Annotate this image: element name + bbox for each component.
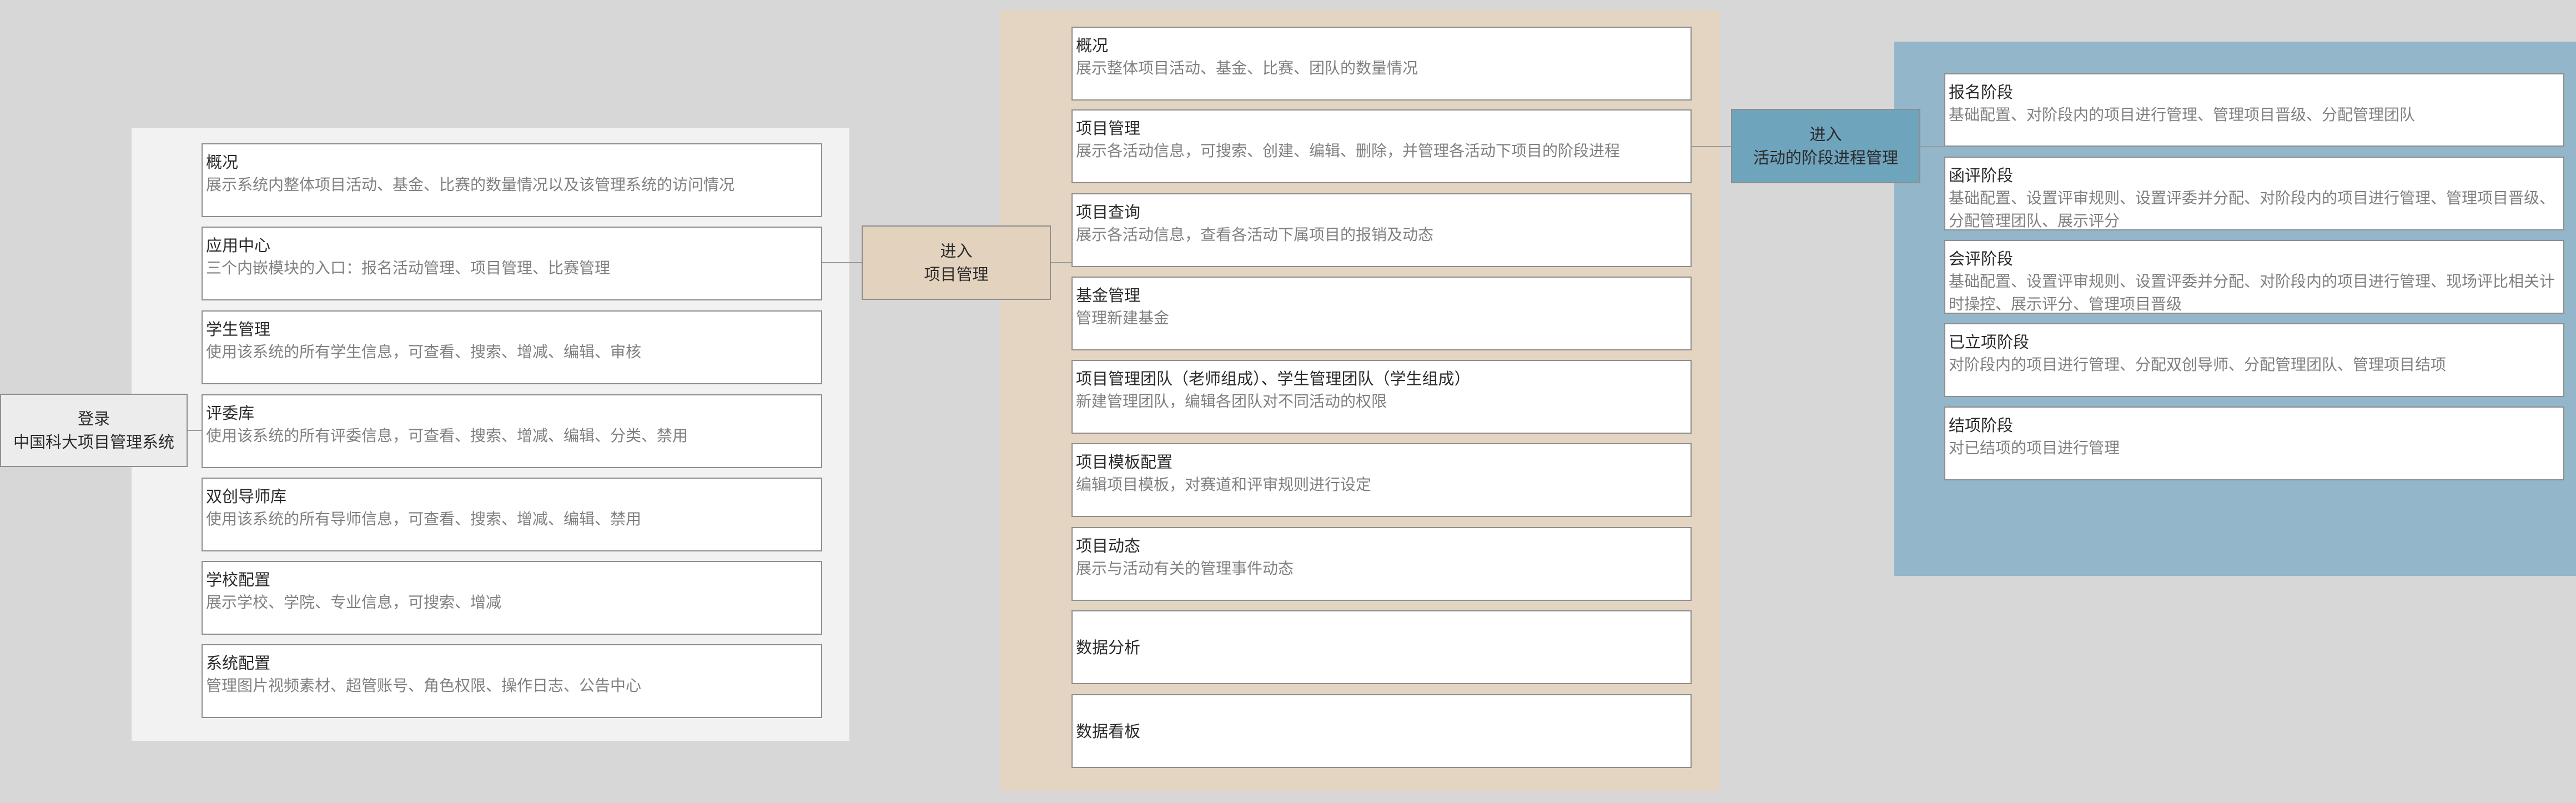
node-title: 会评阶段 [1949,249,2014,268]
project-module-activity-feed: 项目动态 展示与活动有关的管理事件动态 [1071,527,1692,601]
connector-enter-stage [1920,146,1944,147]
node-title: 数据分析 [1076,638,1141,657]
node-desc: 展示与活动有关的管理事件动态 [1076,559,1294,578]
connector-login [188,430,202,431]
project-module-template-config: 项目模板配置 编辑项目模板，对赛道和评审规则进行设定 [1071,443,1692,517]
enter-pm-line2: 项目管理 [924,265,989,284]
node-desc: 展示学校、学院、专业信息，可搜索、增减 [206,593,502,611]
connector-enter-pm [1051,262,1071,263]
node-desc: 基础配置、设置评审规则、设置评委并分配、对阶段内的项目进行管理、现场评比相关计时… [1949,272,2555,313]
login-line1: 登录 [77,409,110,428]
system-module-system-config: 系统配置 管理图片视频素材、超管账号、角色权限、操作日志、公告中心 [202,644,822,718]
node-desc: 展示系统内整体项目活动、基金、比赛的数量情况以及该管理系统的访问情况 [206,175,735,194]
node-desc: 三个内嵌模块的入口：报名活动管理、项目管理、比赛管理 [206,259,611,277]
enter-stage-management-node: 进入 活动的阶段进程管理 [1731,109,1920,183]
node-title: 项目管理 [1076,119,1141,138]
system-module-mentors: 双创导师库 使用该系统的所有导师信息，可查看、搜索、增减、编辑、禁用 [202,478,822,551]
node-title: 已立项阶段 [1949,333,2030,352]
node-desc: 使用该系统的所有评委信息，可查看、搜索、增减、编辑、分类、禁用 [206,426,688,445]
project-module-overview: 概况 展示整体项目活动、基金、比赛、团队的数量情况 [1071,27,1692,101]
node-title: 项目管理团队（老师组成）、学生管理团队（学生组成） [1076,369,1471,388]
stage-closing: 结项阶段 对已结项的项目进行管理 [1944,406,2564,480]
node-desc: 对阶段内的项目进行管理、分配双创导师、分配管理团队、管理项目结项 [1949,355,2447,374]
node-desc: 基础配置、对阶段内的项目进行管理、管理项目晋级、分配管理团队 [1949,106,2416,124]
stage-written-review: 函评阶段 基础配置、设置评审规则、设置评委并分配、对阶段内的项目进行管理、管理项… [1944,157,2564,230]
project-module-project-management: 项目管理 展示各活动信息，可搜索、创建、编辑、删除，并管理各活动下项目的阶段进程 [1071,109,1692,183]
node-title: 基金管理 [1076,286,1141,305]
system-module-judges: 评委库 使用该系统的所有评委信息，可查看、搜索、增减、编辑、分类、禁用 [202,394,822,468]
node-title: 数据看板 [1076,721,1141,741]
stage-registration: 报名阶段 基础配置、对阶段内的项目进行管理、管理项目晋级、分配管理团队 [1944,73,2564,147]
stage-approved: 已立项阶段 对阶段内的项目进行管理、分配双创导师、分配管理团队、管理项目结项 [1944,323,2564,397]
project-module-data-analysis: 数据分析 [1071,610,1692,684]
project-module-dashboard: 数据看板 [1071,694,1692,768]
node-desc: 使用该系统的所有导师信息，可查看、搜索、增减、编辑、禁用 [206,510,642,528]
node-desc: 新建管理团队，编辑各团队对不同活动的权限 [1076,392,1387,410]
enter-stage-line1: 进入 [1809,125,1842,144]
node-title: 函评阶段 [1949,166,2014,185]
node-desc: 展示各活动信息，查看各活动下属项目的报销及动态 [1076,225,1434,244]
node-title: 项目查询 [1076,203,1141,222]
enter-pm-line1: 进入 [940,242,973,260]
system-module-students: 学生管理 使用该系统的所有学生信息，可查看、搜索、增减、编辑、审核 [202,310,822,384]
node-title: 学校配置 [206,570,271,589]
node-desc: 基础配置、设置评审规则、设置评委并分配、对阶段内的项目进行管理、管理项目晋级、分… [1949,189,2555,230]
login-line2: 中国科大项目管理系统 [13,433,174,451]
enter-stage-line2: 活动的阶段进程管理 [1753,148,1898,167]
project-module-teams: 项目管理团队（老师组成）、学生管理团队（学生组成） 新建管理团队，编辑各团队对不… [1071,360,1692,434]
node-desc: 对已结项的项目进行管理 [1949,439,2120,457]
node-title: 项目动态 [1076,536,1141,555]
node-desc: 管理图片视频素材、超管账号、角色权限、操作日志、公告中心 [206,676,642,695]
system-module-school-config: 学校配置 展示学校、学院、专业信息，可搜索、增减 [202,561,822,635]
stage-panel-review: 会评阶段 基础配置、设置评审规则、设置评委并分配、对阶段内的项目进行管理、现场评… [1944,240,2564,314]
node-title: 结项阶段 [1949,416,2014,435]
node-title: 报名阶段 [1949,83,2014,102]
node-desc: 展示整体项目活动、基金、比赛、团队的数量情况 [1076,59,1418,77]
node-title: 项目模板配置 [1076,453,1173,471]
node-desc: 编辑项目模板，对赛道和评审规则进行设定 [1076,475,1372,494]
project-module-fund-management: 基金管理 管理新建基金 [1071,277,1692,350]
login-node: 登录 中国科大项目管理系统 [0,394,188,467]
node-desc: 使用该系统的所有学生信息，可查看、搜索、增减、编辑、审核 [206,343,642,361]
node-title: 系统配置 [206,654,271,672]
node-title: 概况 [206,153,239,172]
node-title: 概况 [1076,36,1109,55]
node-title: 学生管理 [206,320,271,339]
connector-app-center [822,262,862,263]
connector-project-mgmt [1692,146,1731,147]
enter-project-management-node: 进入 项目管理 [862,225,1051,300]
node-title: 双创导师库 [206,487,287,506]
node-title: 应用中心 [206,236,271,255]
project-module-project-query: 项目查询 展示各活动信息，查看各活动下属项目的报销及动态 [1071,193,1692,267]
system-module-overview: 概况 展示系统内整体项目活动、基金、比赛的数量情况以及该管理系统的访问情况 [202,143,822,217]
system-module-app-center: 应用中心 三个内嵌模块的入口：报名活动管理、项目管理、比赛管理 [202,227,822,300]
node-desc: 管理新建基金 [1076,309,1170,327]
node-title: 评委库 [206,404,255,423]
node-desc: 展示各活动信息，可搜索、创建、编辑、删除，并管理各活动下项目的阶段进程 [1076,142,1621,160]
